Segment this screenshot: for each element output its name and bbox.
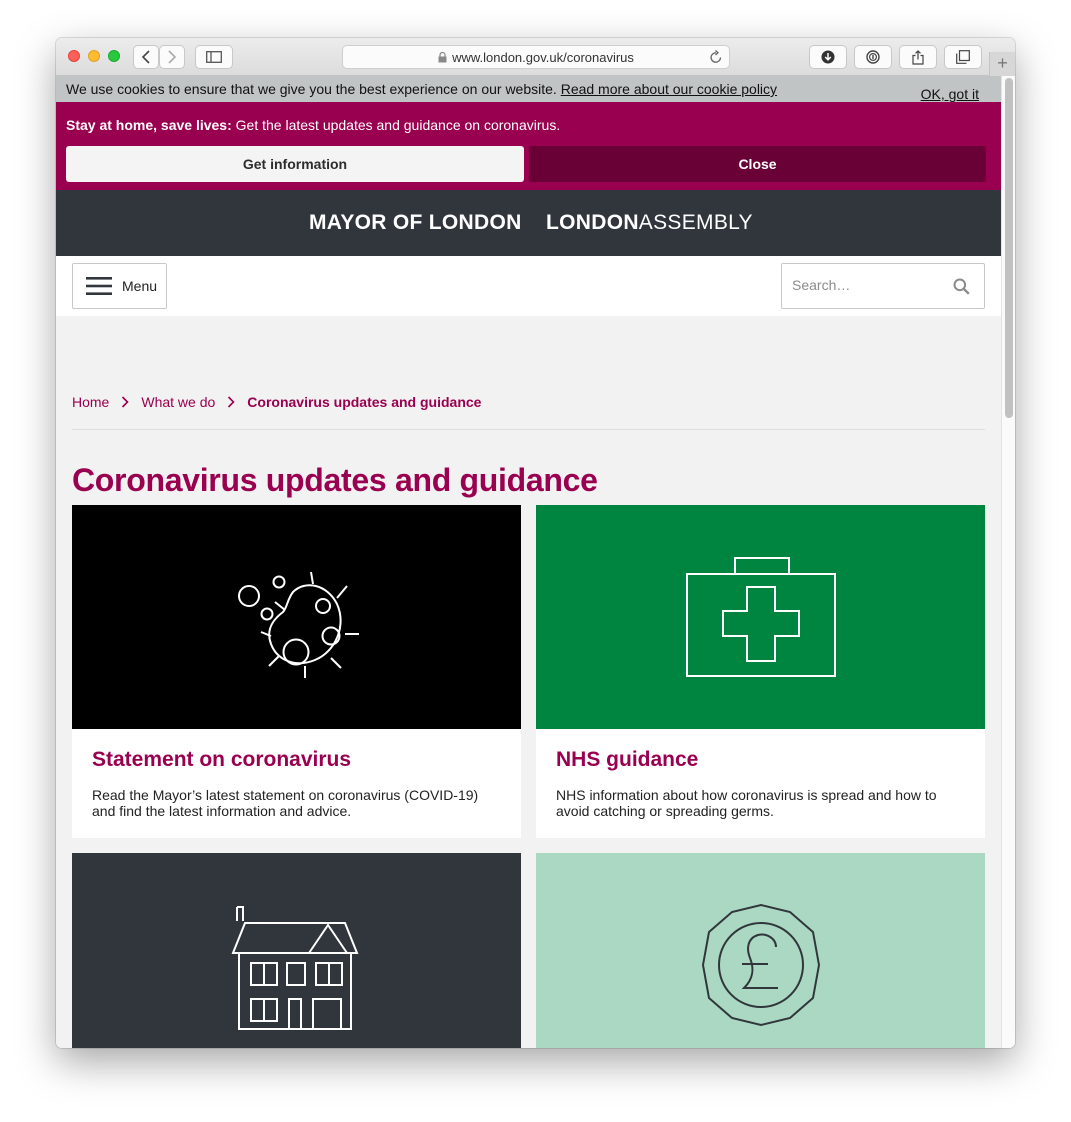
alert-bold-text: Stay at home, save lives: [66,117,232,133]
london-assembly-light: ASSEMBLY [638,211,753,234]
chevron-right-icon [227,396,235,408]
card-housing[interactable] [72,853,521,1048]
page-viewport: We use cookies to ensure that we give yo… [56,76,1001,1048]
house-icon [231,906,358,1030]
card-title[interactable]: Statement on coronavirus [92,748,351,772]
browser-window: www.london.gov.uk/coronavirus + We use c… [56,38,1015,1048]
card-image [72,505,521,729]
cookie-policy-link[interactable]: Read more about our cookie policy [561,81,777,97]
card-description: NHS information about how coronavirus is… [556,787,937,819]
back-button[interactable] [133,45,159,69]
alert-text: Get the latest updates and guidance on c… [231,117,561,133]
forward-button[interactable] [159,45,185,69]
pound-coin-icon [701,903,820,1027]
card-statement-on-coronavirus[interactable]: Statement on coronavirus Read the Mayor’… [72,505,521,838]
card-nhs-guidance[interactable]: NHS guidance NHS information about how c… [536,505,985,838]
search-input[interactable] [792,277,942,293]
brand-header: MAYOR OF LONDON LONDONASSEMBLY [56,190,1001,256]
card-financial-support[interactable] [536,853,985,1048]
hamburger-icon [86,277,112,295]
chevron-left-icon [141,50,150,64]
get-information-button[interactable]: Get information [66,146,524,182]
address-url: www.london.gov.uk/coronavirus [452,49,634,65]
close-alert-button[interactable]: Close [529,146,986,182]
card-image [536,505,985,729]
sidebar-icon [206,51,222,63]
london-assembly-bold: LONDON [546,211,639,234]
search-box [781,263,985,309]
downloads-button[interactable] [809,45,847,69]
close-window-button[interactable] [68,50,80,62]
scrollbar-thumb[interactable] [1005,78,1013,418]
card-image [72,853,521,1048]
card-image [536,853,985,1048]
london-assembly-logo[interactable]: LONDONASSEMBLY [546,211,753,235]
main-content: Home What we do Coronavirus updates and … [56,316,1001,1048]
menu-label: Menu [122,278,158,294]
tabs-overview-button[interactable] [944,45,982,69]
chevron-right-icon [121,396,129,408]
new-tab-button[interactable]: + [989,52,1015,76]
search-icon[interactable] [953,278,970,295]
reload-icon[interactable] [709,49,723,65]
breadcrumb-divider [72,429,985,430]
breadcrumb-what-we-do[interactable]: What we do [141,394,215,410]
cookie-banner: We use cookies to ensure that we give yo… [56,76,1001,102]
page-title: Coronavirus updates and guidance [72,462,598,498]
breadcrumb-home[interactable]: Home [72,394,109,410]
mayor-of-london-logo[interactable]: MAYOR OF LONDON [309,211,522,235]
virus-icon [237,571,359,678]
coronavirus-alert-banner: Stay at home, save lives: Get the latest… [56,102,1001,190]
download-icon [821,50,835,64]
share-button[interactable] [899,45,937,69]
site-nav: Menu [56,256,1001,316]
lock-icon [438,51,447,62]
cookie-ok-link[interactable]: OK, got it [921,86,979,102]
browser-toolbar: www.london.gov.uk/coronavirus + [56,38,1015,76]
menu-button[interactable]: Menu [72,263,167,309]
chevron-right-icon [168,50,177,64]
password-icon [866,50,880,64]
zoom-window-button[interactable] [108,50,120,62]
password-manager-button[interactable] [854,45,892,69]
breadcrumb-current: Coronavirus updates and guidance [247,394,482,410]
share-icon [912,49,924,65]
minimize-window-button[interactable] [88,50,100,62]
plus-icon: + [997,53,1008,73]
sidebar-toggle-button[interactable] [195,45,233,69]
cookie-message: We use cookies to ensure that we give yo… [66,81,557,97]
address-bar[interactable]: www.london.gov.uk/coronavirus [342,45,730,69]
vertical-scrollbar[interactable] [1001,76,1015,1048]
alert-message: Stay at home, save lives: Get the latest… [66,117,560,133]
breadcrumb: Home What we do Coronavirus updates and … [72,394,481,410]
tabs-icon [956,50,970,64]
cookie-message-line: We use cookies to ensure that we give yo… [66,81,777,97]
medical-kit-icon [685,557,836,677]
card-title[interactable]: NHS guidance [556,748,698,772]
card-description: Read the Mayor’s latest statement on cor… [92,787,479,819]
